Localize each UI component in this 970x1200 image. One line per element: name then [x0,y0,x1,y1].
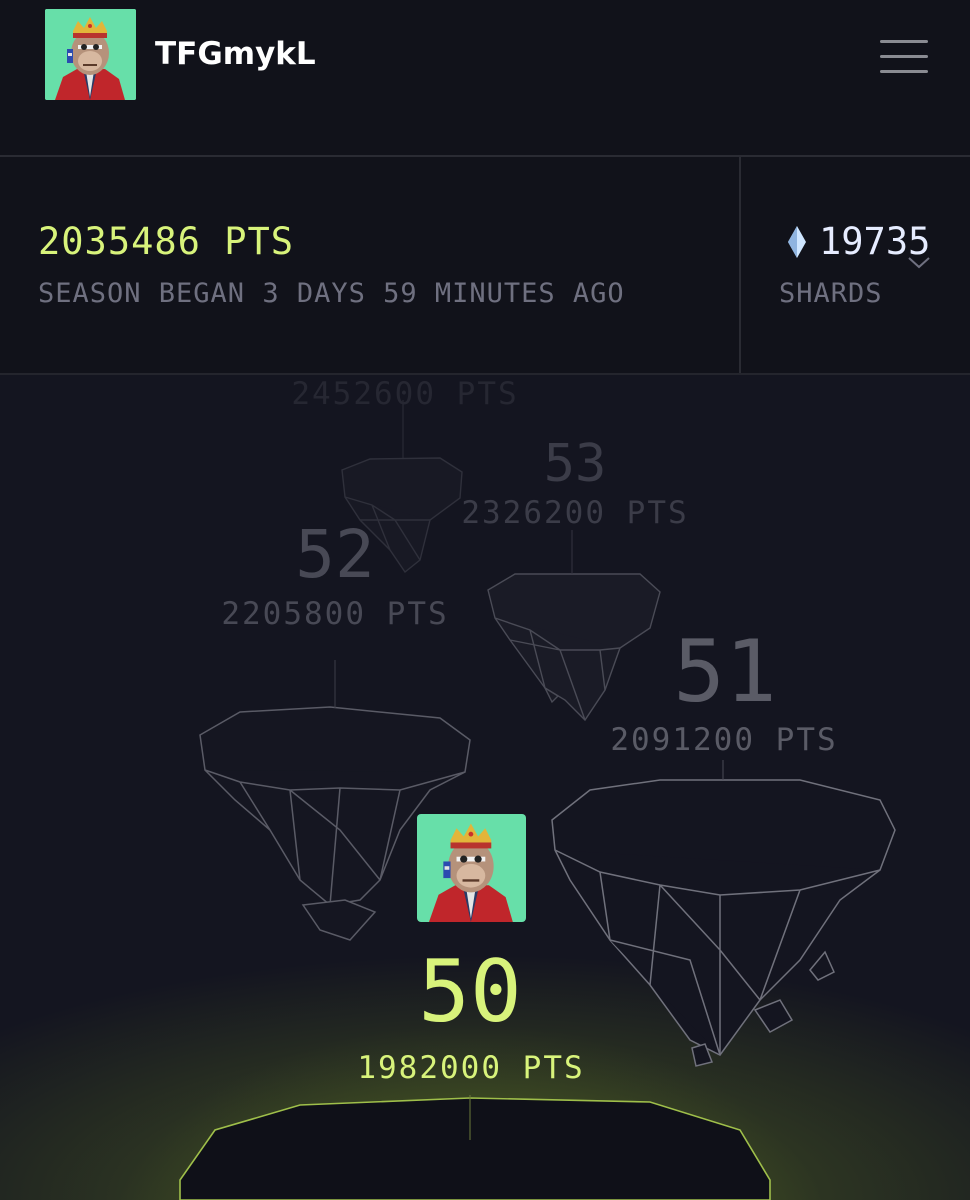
hamburger-menu-icon [880,40,928,43]
level-52-number: 52 [295,516,375,593]
menu-button[interactable] [880,38,930,74]
current-position-avatar[interactable] [417,814,526,922]
shards-label: SHARDS [779,278,883,309]
season-began-text: SEASON BEGAN 3 DAYS 59 MINUTES AGO [38,278,625,309]
top-header: TFGmykL [0,0,970,157]
username: TFGmykL [155,36,316,72]
level-50-number: 50 [418,942,522,1042]
hamburger-line [880,55,928,58]
diamond-shard-icon [788,226,806,258]
points-total: 2035486 PTS [38,220,295,263]
level-53-points: 2326200 PTS [461,495,689,531]
level-54-points: 2452600 PTS [291,376,519,412]
level-53-number: 53 [543,434,607,494]
ape-king-avatar-icon [417,814,526,922]
season-stats-bar: 2035486 PTS SEASON BEGAN 3 DAYS 59 MINUT… [0,157,970,375]
chevron-down-icon[interactable] [907,256,931,270]
ape-king-avatar-icon [45,9,136,100]
stats-divider [739,157,741,373]
hamburger-line [880,70,928,73]
level-51-points: 2091200 PTS [610,722,838,758]
level-52-points: 2205800 PTS [221,596,449,632]
level-50-points: 1982000 PTS [357,1050,585,1086]
level-51-number: 51 [673,622,777,722]
user-avatar[interactable] [45,9,136,100]
